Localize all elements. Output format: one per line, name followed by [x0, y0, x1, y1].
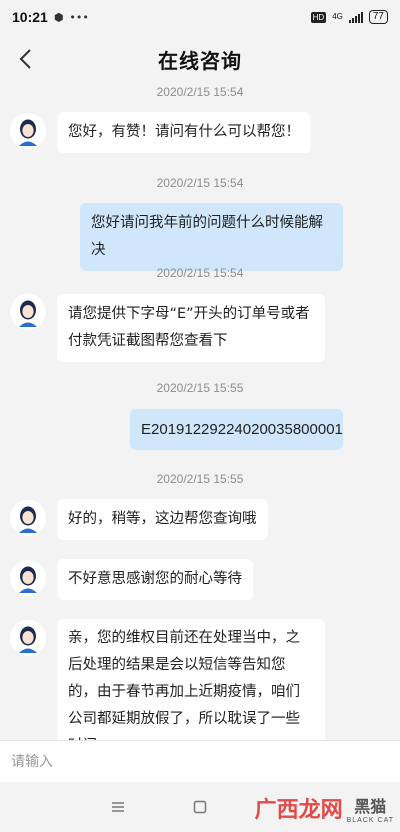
- message-timestamp: 2020/2/15 15:55: [156, 381, 244, 395]
- message-timestamp: 2020/2/15 15:54: [156, 176, 244, 190]
- black-cat-logo-text: 黑猫: [354, 796, 387, 816]
- message-timestamp: 2020/2/15 15:55: [156, 472, 244, 486]
- agent-avatar-icon: [10, 113, 46, 149]
- message-input-bar: [0, 740, 400, 782]
- watermark-text: 广西龙网: [254, 798, 343, 823]
- message-input[interactable]: [0, 741, 400, 782]
- message-bubble-agent: 请您提供下字母“E”开头的订单号或者付款凭证截图帮您查看下: [57, 294, 325, 362]
- watermark: 广西龙网 黑猫 BLACK CAT: [255, 792, 394, 824]
- agent-avatar: [10, 113, 46, 149]
- status-bar: 10:21 ⬢ ••• HD 4G 77: [0, 0, 400, 34]
- agent-avatar-icon: [10, 560, 46, 596]
- agent-avatar: [10, 500, 46, 536]
- more-dots-icon: •••: [69, 10, 89, 24]
- black-cat-logo: 黑猫 BLACK CAT: [347, 793, 394, 824]
- agent-avatar-icon: [10, 294, 46, 330]
- battery-icon: 77: [368, 10, 388, 24]
- shield-icon: ⬢: [53, 10, 64, 24]
- menu-icon: [112, 802, 124, 812]
- message-bubble-agent: 您好，有赞！请问有什么可以帮您！: [57, 112, 311, 153]
- network-type: 4G: [332, 12, 343, 21]
- message-bubble-agent: 好的，稍等，这边帮您查询哦: [57, 499, 268, 540]
- hd-badge: HD: [310, 11, 327, 23]
- message-timestamp: 2020/2/15 15:54: [156, 266, 244, 280]
- square-home-icon: [193, 800, 207, 814]
- message-bubble-user: 您好请问我年前的问题什么时候能解决: [80, 203, 343, 271]
- black-cat-logo-sub: BLACK CAT: [346, 816, 394, 824]
- agent-avatar-icon: [10, 500, 46, 536]
- agent-avatar-icon: [10, 620, 46, 656]
- message-timestamp: 2020/2/15 15:54: [156, 85, 244, 99]
- app-header: 在线咨询: [0, 34, 400, 84]
- home-button[interactable]: [190, 797, 210, 817]
- status-time: 10:21: [12, 9, 48, 25]
- page-title: 在线咨询: [158, 48, 242, 73]
- back-button[interactable]: [10, 44, 40, 74]
- signal-icon: [348, 11, 363, 23]
- chevron-left-icon: [19, 49, 31, 69]
- message-bubble-user: E20191229224020035800001: [130, 409, 343, 450]
- message-bubble-agent: 不好意思感谢您的耐心等待: [57, 559, 253, 600]
- agent-avatar: [10, 294, 46, 330]
- agent-avatar: [10, 560, 46, 596]
- menu-button[interactable]: [108, 797, 128, 817]
- agent-avatar: [10, 620, 46, 656]
